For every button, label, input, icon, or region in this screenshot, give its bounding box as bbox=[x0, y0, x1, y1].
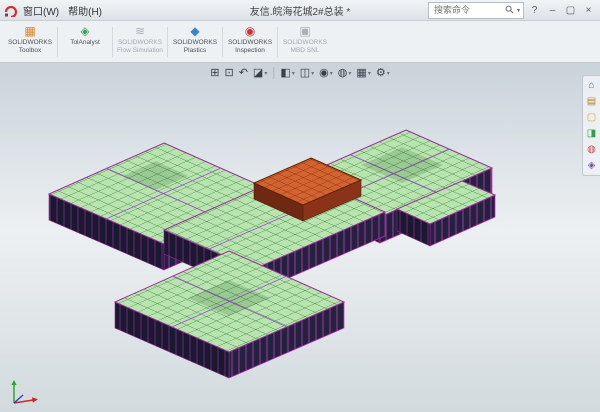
ribbon-button-mbd-snl[interactable]: ▣ SOLIDWORKSMBD SNL bbox=[279, 23, 331, 61]
toolbox-icon: ▦ bbox=[24, 25, 35, 38]
ribbon-separator bbox=[112, 27, 113, 57]
view-orientation-button[interactable]: ◧▾ bbox=[278, 66, 296, 80]
assembly-model[interactable] bbox=[0, 63, 600, 412]
ribbon-separator bbox=[277, 27, 278, 57]
ribbon-button-inspection[interactable]: ◉ SOLIDWORKSInspection bbox=[224, 23, 276, 61]
ribbon-button-plastics[interactable]: ◆ SOLIDWORKSPlastics bbox=[169, 23, 221, 61]
chevron-down-icon: ▾ bbox=[348, 70, 351, 77]
edit-appearance-button[interactable]: ◍▾ bbox=[336, 66, 354, 80]
hide-show-items-button[interactable]: ◉▾ bbox=[317, 66, 335, 80]
zoom-area-button[interactable]: ⊡ bbox=[222, 66, 235, 80]
design-library-icon[interactable]: ▤ bbox=[587, 96, 596, 107]
menu-window[interactable]: 窗口(W) bbox=[23, 3, 59, 18]
display-style-icon: ◫ bbox=[300, 67, 310, 79]
ribbon-button-tolanalyst[interactable]: ◈ TolAnalyst bbox=[59, 23, 111, 61]
tolanalyst-icon: ◈ bbox=[80, 25, 89, 38]
section-view-button[interactable]: ◪▾ bbox=[251, 66, 269, 80]
ribbon-separator bbox=[167, 27, 168, 57]
ribbon-separator bbox=[57, 27, 58, 57]
hide-show-items-icon: ◉ bbox=[319, 67, 329, 79]
ribbon-button-label: SOLIDWORKSToolbox bbox=[8, 39, 52, 55]
graphics-area[interactable]: ⊞ ⊡ ↶ ◪▾ ◧▾ ◫▾ ◉▾ ◍▾ ▦▾ ⚙▾ ⌂ ▤ ▢ ◨ ◍ ◈ bbox=[0, 63, 600, 412]
section-view-icon: ◪ bbox=[253, 67, 263, 79]
chevron-down-icon: ▾ bbox=[330, 70, 333, 77]
model-wing-bottom[interactable] bbox=[115, 251, 344, 378]
restore-button[interactable]: ▢ bbox=[563, 3, 578, 18]
ribbon-button-label: SOLIDWORKSMBD SNL bbox=[283, 39, 327, 55]
ribbon-button-label: TolAnalyst bbox=[70, 39, 100, 47]
ribbon-button-label: SOLIDWORKSFlow Simulation bbox=[117, 39, 163, 55]
toolbar-separator bbox=[273, 67, 274, 79]
file-explorer-icon[interactable]: ▢ bbox=[587, 112, 596, 123]
view-settings-button[interactable]: ⚙▾ bbox=[374, 66, 392, 80]
resources-icon[interactable]: ⌂ bbox=[588, 80, 594, 91]
ribbon-button-flow-simulation[interactable]: ≋ SOLIDWORKSFlow Simulation bbox=[114, 23, 166, 61]
minimize-button[interactable]: – bbox=[545, 3, 560, 18]
solidworks-window: 窗口(W) 帮助(H) 友信.皖海花城2#总装 * ▾ ? – ▢ × bbox=[0, 0, 600, 412]
help-button[interactable]: ? bbox=[527, 3, 542, 18]
task-pane-strip: ⌂ ▤ ▢ ◨ ◍ ◈ bbox=[582, 75, 600, 176]
view-orientation-icon: ◧ bbox=[280, 67, 290, 79]
apply-scene-icon: ▦ bbox=[356, 67, 366, 79]
zoom-area-icon: ⊡ bbox=[224, 67, 233, 79]
chevron-down-icon[interactable]: ▾ bbox=[517, 7, 520, 14]
titlebar-right: ▾ ? – ▢ × bbox=[428, 2, 596, 19]
chevron-down-icon: ▾ bbox=[264, 70, 267, 77]
command-manager-ribbon: ▦ SOLIDWORKSToolbox ◈ TolAnalyst ≋ SOLID… bbox=[0, 21, 600, 63]
ribbon-button-label: SOLIDWORKSPlastics bbox=[173, 39, 217, 55]
view-palette-icon[interactable]: ◨ bbox=[587, 128, 596, 139]
plastics-icon: ◆ bbox=[190, 25, 199, 38]
mbd-icon: ▣ bbox=[299, 25, 310, 38]
view-settings-icon: ⚙ bbox=[376, 67, 386, 79]
search-input[interactable] bbox=[432, 4, 502, 16]
ribbon-button-solidworks-toolbox[interactable]: ▦ SOLIDWORKSToolbox bbox=[4, 23, 56, 61]
display-style-button[interactable]: ◫▾ bbox=[298, 66, 316, 80]
orientation-triad bbox=[6, 374, 42, 408]
chevron-down-icon: ▾ bbox=[292, 70, 295, 77]
ribbon-separator bbox=[222, 27, 223, 57]
titlebar: 窗口(W) 帮助(H) 友信.皖海花城2#总装 * ▾ ? – ▢ × bbox=[0, 0, 600, 21]
menubar: 窗口(W) 帮助(H) bbox=[23, 3, 102, 18]
edit-appearance-icon: ◍ bbox=[338, 67, 348, 79]
previous-view-icon: ↶ bbox=[239, 67, 248, 79]
search-icon[interactable] bbox=[505, 1, 514, 19]
menu-help[interactable]: 帮助(H) bbox=[68, 3, 102, 18]
apply-scene-button[interactable]: ▦▾ bbox=[354, 66, 372, 80]
appearances-icon[interactable]: ◍ bbox=[587, 144, 596, 155]
close-button[interactable]: × bbox=[581, 3, 596, 18]
solidworks-logo bbox=[4, 4, 17, 17]
custom-properties-icon[interactable]: ◈ bbox=[588, 160, 596, 171]
document-title: 友信.皖海花城2#总装 * bbox=[250, 3, 351, 18]
zoom-fit-icon: ⊞ bbox=[210, 67, 219, 79]
inspection-icon: ◉ bbox=[245, 25, 255, 38]
zoom-fit-button[interactable]: ⊞ bbox=[208, 66, 221, 80]
flow-simulation-icon: ≋ bbox=[135, 25, 145, 38]
heads-up-view-toolbar: ⊞ ⊡ ↶ ◪▾ ◧▾ ◫▾ ◉▾ ◍▾ ▦▾ ⚙▾ bbox=[208, 66, 391, 80]
command-search[interactable]: ▾ bbox=[428, 2, 524, 19]
chevron-down-icon: ▾ bbox=[311, 70, 314, 77]
previous-view-button[interactable]: ↶ bbox=[237, 66, 250, 80]
ribbon-button-label: SOLIDWORKSInspection bbox=[228, 39, 272, 55]
chevron-down-icon: ▾ bbox=[387, 70, 390, 77]
chevron-down-icon: ▾ bbox=[368, 70, 371, 77]
